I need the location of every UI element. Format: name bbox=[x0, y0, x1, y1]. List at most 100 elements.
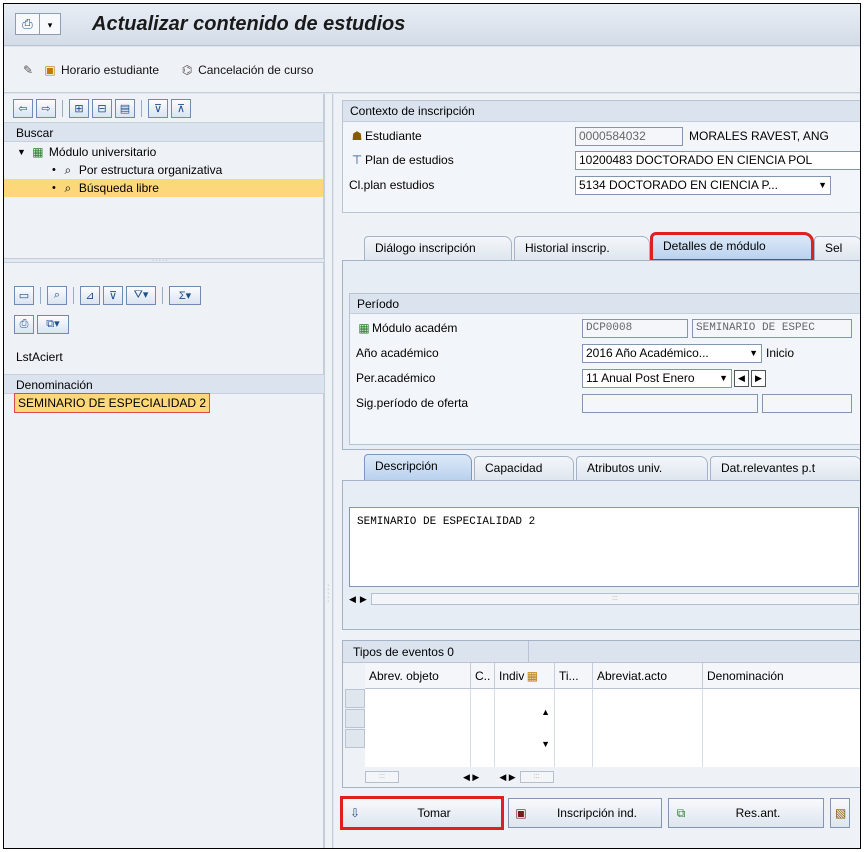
tab-detalles-modulo[interactable]: Detalles de módulo bbox=[650, 232, 814, 262]
scroll-track[interactable]: ::: bbox=[519, 771, 554, 783]
scroll-track[interactable]: ::: bbox=[370, 593, 859, 605]
description-textarea[interactable]: SEMINARIO DE ESPECIALIDAD 2 bbox=[349, 507, 859, 587]
scroll-down-icon[interactable]: ▼ bbox=[541, 739, 550, 749]
overflow-button[interactable]: ▧ bbox=[830, 798, 850, 828]
hit-list-item[interactable]: SEMINARIO DE ESPECIALIDAD 2 bbox=[14, 393, 211, 413]
row-selector[interactable] bbox=[345, 729, 365, 748]
tab-dat-relevantes[interactable]: Dat.relevantes p.t bbox=[710, 456, 860, 480]
plan-label: Plan de estudios bbox=[365, 153, 454, 167]
per-value: 11 Anual Post Enero bbox=[586, 370, 695, 385]
sum-icon[interactable]: Σ▾ bbox=[169, 285, 201, 305]
plan-field[interactable]: 10200483 DOCTORADO EN CIENCIA POL bbox=[575, 150, 860, 170]
table-column[interactable] bbox=[555, 689, 593, 767]
main-tabstrip: Diálogo inscripción Historial inscrip. D… bbox=[342, 232, 860, 262]
tab-dialogo-inscripcion[interactable]: Diálogo inscripción bbox=[364, 236, 512, 260]
hit-list-toolbar-2: ⎙ ⧉▾ bbox=[4, 311, 324, 337]
scroll-right-icon[interactable]: ▶ bbox=[360, 594, 367, 605]
row-selector[interactable] bbox=[345, 709, 365, 728]
column-header[interactable]: Ti... bbox=[555, 663, 593, 689]
find-icon[interactable]: ⌕ bbox=[47, 285, 67, 305]
res-ant-button[interactable]: ⧉ Res.ant. bbox=[668, 798, 824, 828]
tree-node-label: Módulo universitario bbox=[48, 145, 157, 159]
tab-atributos-univ[interactable]: Atributos univ. bbox=[576, 456, 708, 480]
module-icon: ▦ bbox=[32, 145, 44, 159]
tab-sel[interactable]: Sel bbox=[814, 236, 860, 260]
navigator-toolbar: ⇦ ⇨ ⊞ ⊟ ▤ ⊽ ⊼ bbox=[4, 94, 323, 122]
inicio-label: Inicio bbox=[766, 346, 795, 360]
table-column[interactable] bbox=[593, 689, 703, 767]
student-icon: ☗ bbox=[351, 129, 363, 143]
move-down-icon[interactable]: ⊽ bbox=[148, 98, 168, 118]
tree-node-estructura-organizativa[interactable]: • ⌕ Por estructura organizativa bbox=[4, 161, 323, 179]
per-dropdown[interactable]: 11 Anual Post Enero ▼ bbox=[582, 368, 732, 388]
column-header-indiv[interactable]: Indiv ▦ bbox=[495, 663, 555, 689]
sort-ascending-icon[interactable]: ⊿ bbox=[80, 285, 100, 305]
column-header[interactable]: Denominación bbox=[703, 663, 860, 689]
column-header[interactable]: Abreviat.acto bbox=[593, 663, 703, 689]
hit-list-column-header[interactable]: Denominación bbox=[4, 374, 324, 394]
row-selector[interactable] bbox=[345, 689, 365, 708]
student-id-field[interactable]: 0000584032 bbox=[575, 126, 683, 146]
back-icon[interactable]: ⇦ bbox=[13, 98, 33, 118]
tree-node-modulo-universitario[interactable]: ▼ ▦ Módulo universitario bbox=[4, 143, 323, 161]
plan-icon: ⊤ bbox=[351, 153, 363, 167]
scroll-left-icon[interactable]: ◀ bbox=[349, 594, 356, 605]
tree-node-label: Por estructura organizativa bbox=[78, 163, 223, 177]
wand-icon[interactable]: ✎ bbox=[20, 62, 36, 78]
scroll-left-icon[interactable]: ◀ ▶ bbox=[463, 772, 479, 783]
system-menu-button[interactable]: ⎙ ▾ bbox=[15, 13, 61, 35]
modulo-code-field[interactable]: DCP0008 bbox=[582, 318, 688, 338]
anio-dropdown[interactable]: 2016 Año Académico... ▼ bbox=[582, 343, 762, 363]
modulo-name-field[interactable]: SEMINARIO DE ESPEC bbox=[692, 318, 852, 338]
sig-field-1[interactable] bbox=[582, 393, 758, 413]
horario-estudiante-button[interactable]: ▣ Horario estudiante bbox=[42, 62, 159, 78]
clplan-dropdown[interactable]: 5134 DOCTORADO EN CIENCIA P... ▼ bbox=[575, 175, 831, 195]
column-header[interactable]: Abrev. objeto bbox=[365, 663, 471, 689]
forward-icon[interactable]: ⇨ bbox=[36, 98, 56, 118]
context-title: Contexto de inscripción bbox=[343, 101, 860, 122]
next-period-icon[interactable]: ▶ bbox=[751, 369, 766, 387]
tab-descripcion[interactable]: Descripción bbox=[364, 454, 472, 480]
table-column[interactable] bbox=[365, 689, 471, 767]
column-header: Indiv bbox=[499, 669, 525, 683]
previous-period-icon[interactable]: ◀ bbox=[734, 369, 749, 387]
layout-icon[interactable]: ▤ bbox=[115, 98, 135, 118]
bullet-icon: • bbox=[52, 182, 56, 194]
scroll-up-icon[interactable]: ▲ bbox=[541, 707, 550, 717]
sig-field-2[interactable] bbox=[762, 393, 852, 413]
anio-value: 2016 Año Académico... bbox=[586, 345, 709, 360]
scroll-track[interactable]: ::: bbox=[365, 771, 399, 783]
scroll-left-icon[interactable]: ◀ ▶ bbox=[499, 772, 515, 783]
filter-icon[interactable]: ⛛▾ bbox=[126, 285, 156, 305]
expand-caret-icon[interactable]: ▼ bbox=[17, 143, 26, 161]
tab-historial-inscrip[interactable]: Historial inscrip. bbox=[514, 236, 650, 260]
cancelacion-curso-button[interactable]: ⌬ Cancelación de curso bbox=[179, 62, 314, 78]
sort-descending-icon[interactable]: ⊽ bbox=[103, 285, 123, 305]
horizontal-splitter[interactable]: ····· bbox=[4, 257, 324, 264]
table-column[interactable] bbox=[471, 689, 495, 767]
table-hscrollbar[interactable]: ::: ◀ ▶ ◀ ▶ ::: bbox=[365, 769, 860, 785]
move-up-icon[interactable]: ⊼ bbox=[171, 98, 191, 118]
print-icon[interactable]: ⎙ bbox=[14, 314, 34, 334]
tab-capacidad[interactable]: Capacidad bbox=[474, 456, 574, 480]
tomar-label: Tomar bbox=[417, 806, 451, 820]
object-navigator: ⇦ ⇨ ⊞ ⊟ ▤ ⊽ ⊼ Buscar ▼ ▦ Módulo universi… bbox=[4, 94, 324, 848]
details-icon[interactable]: ▭ bbox=[14, 285, 34, 305]
description-hscrollbar[interactable]: ◀ ▶ ::: bbox=[349, 591, 859, 607]
table-column[interactable] bbox=[703, 689, 860, 767]
column-settings-icon[interactable]: ▦ bbox=[524, 668, 540, 684]
inscripcion-ind-button[interactable]: ▣ Inscripción ind. bbox=[508, 798, 662, 828]
vertical-splitter[interactable]: · · · · · bbox=[324, 94, 333, 848]
anio-row: Año académico 2016 Año Académico... ▼ In… bbox=[356, 342, 794, 364]
table-column[interactable]: ▲ ▼ bbox=[495, 689, 555, 767]
events-table-body: ▲ ▼ bbox=[365, 689, 860, 767]
collapse-tree-icon[interactable]: ⊟ bbox=[92, 98, 112, 118]
periodo-title: Período bbox=[350, 294, 860, 314]
tomar-button[interactable]: ⇩ Tomar bbox=[340, 796, 504, 830]
expand-tree-icon[interactable]: ⊞ bbox=[69, 98, 89, 118]
sig-label: Sig.período de oferta bbox=[356, 396, 469, 410]
export-icon[interactable]: ⧉▾ bbox=[37, 314, 69, 334]
tree-node-busqueda-libre[interactable]: • ⌕ Búsqueda libre bbox=[4, 179, 323, 197]
clplan-row: Cl.plan estudios 5134 DOCTORADO EN CIENC… bbox=[349, 174, 831, 196]
column-header[interactable]: C.. bbox=[471, 663, 495, 689]
